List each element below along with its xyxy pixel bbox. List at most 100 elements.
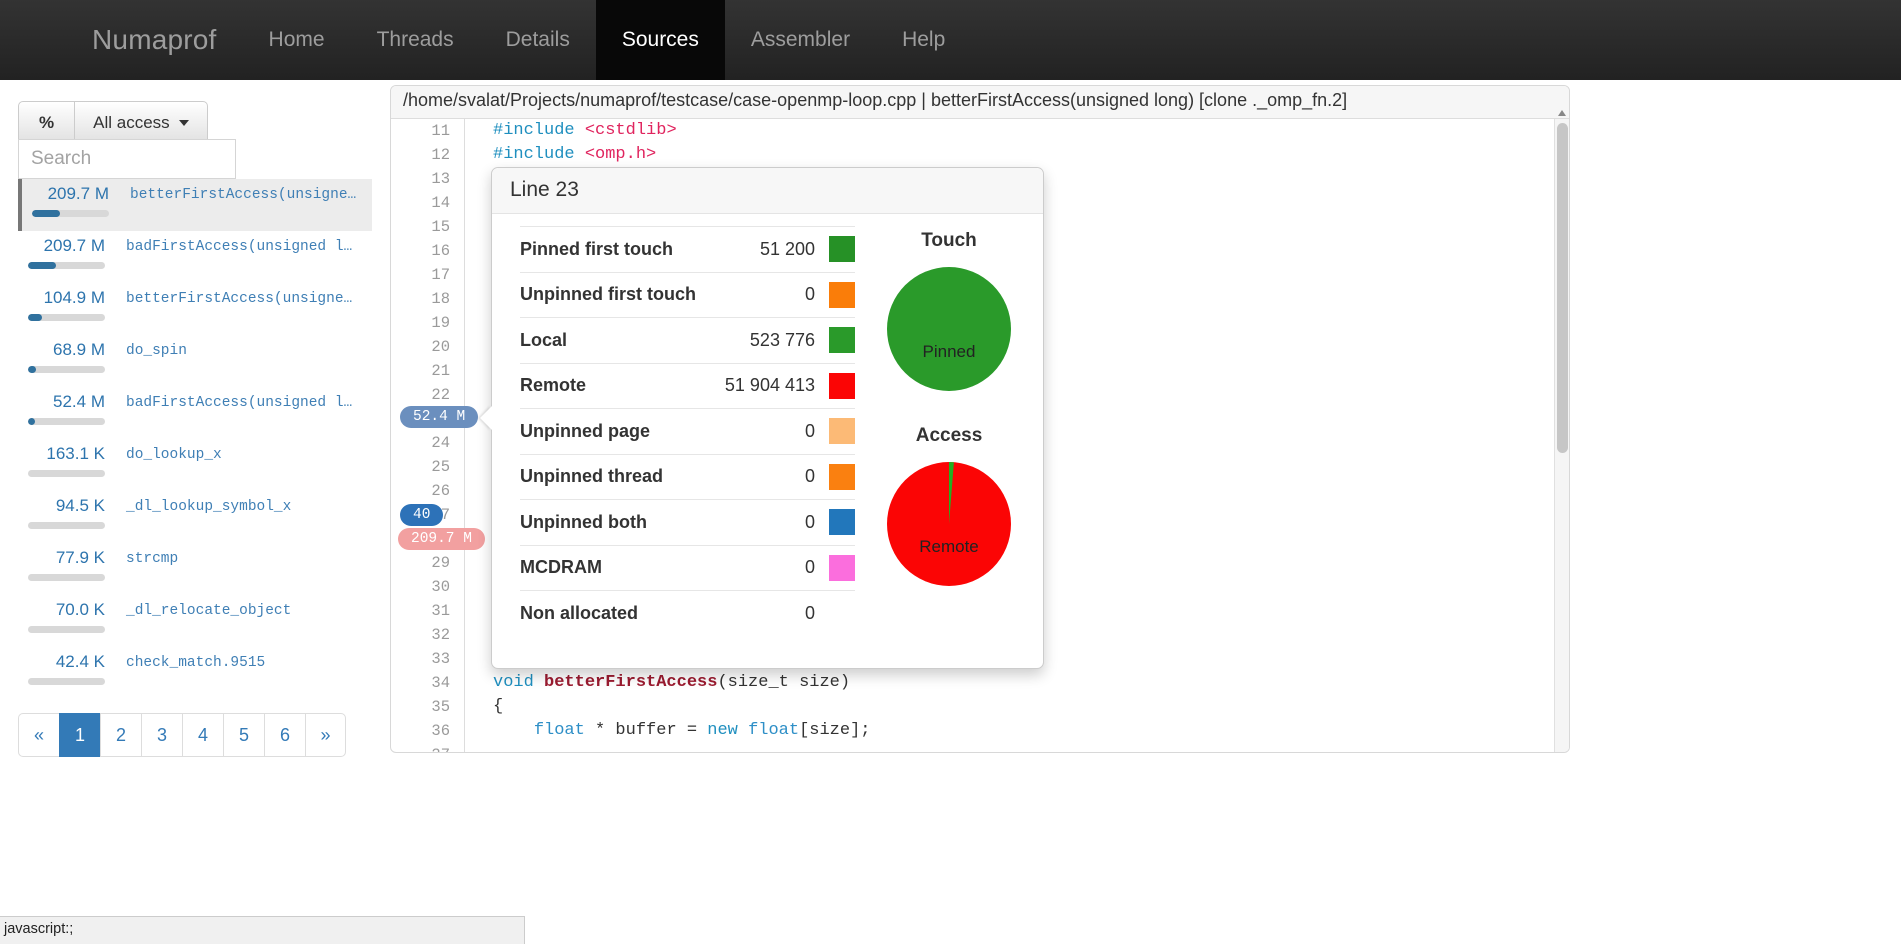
- charts-column: Touch Pinned Access Remote: [855, 226, 1043, 669]
- pagination-button[interactable]: 4: [182, 713, 223, 757]
- popover-title: Line 23: [492, 168, 1043, 214]
- stat-color-swatch: [829, 236, 855, 263]
- function-metric: 104.9 M: [18, 287, 113, 321]
- function-list-item[interactable]: 68.9 M do_spin: [18, 335, 372, 387]
- line-number: 25: [391, 455, 465, 479]
- scrollbar-thumb[interactable]: [1557, 123, 1568, 453]
- pagination-button[interactable]: 2: [100, 713, 141, 757]
- stat-row: Unpinned first touch 0: [520, 271, 855, 318]
- pagination-button[interactable]: «: [18, 713, 59, 757]
- line-content: {: [493, 697, 504, 716]
- stat-color-swatch: [829, 372, 855, 399]
- function-list-item[interactable]: 52.4 M badFirstAccess(unsigned l…: [18, 387, 372, 439]
- nav-item-threads[interactable]: Threads: [351, 0, 480, 80]
- function-list: 209.7 MbetterFirstAccess(unsigne… 209.7 M…: [18, 179, 372, 699]
- brand-logo[interactable]: Numaprof: [0, 0, 243, 80]
- function-name[interactable]: badFirstAccess(unsigned l…: [113, 391, 352, 415]
- function-bar-track: [28, 678, 105, 685]
- access-pie-svg: [887, 462, 1011, 586]
- code-line[interactable]: 37: [391, 743, 1569, 752]
- stat-value: 0: [804, 557, 815, 578]
- function-name[interactable]: _dl_relocate_object: [113, 599, 291, 623]
- function-name[interactable]: betterFirstAccess(unsigne…: [113, 287, 352, 311]
- function-metric: 209.7 M: [18, 235, 113, 269]
- line-number: 34: [391, 671, 465, 695]
- code-scrollbar[interactable]: [1554, 110, 1569, 752]
- stat-value: 0: [804, 420, 815, 441]
- function-list-item[interactable]: 70.0 K _dl_relocate_object: [18, 595, 372, 647]
- function-list-item[interactable]: 163.1 K do_lookup_x: [18, 439, 372, 491]
- nav-item-details[interactable]: Details: [480, 0, 596, 80]
- stat-label: Remote: [520, 375, 587, 396]
- function-metric: 42.4 K: [18, 651, 113, 685]
- function-list-item[interactable]: 77.9 K strcmp: [18, 543, 372, 595]
- stat-row: Unpinned both 0: [520, 499, 855, 545]
- breadcrumb: /home/svalat/Projects/numaprof/testcase/…: [391, 86, 1569, 119]
- stat-color-swatch: [829, 418, 855, 445]
- code-line[interactable]: 36 float * buffer = new float[size];: [391, 719, 1569, 743]
- code-line[interactable]: 12 #include <omp.h>: [391, 143, 1569, 167]
- code-line[interactable]: 34 void betterFirstAccess(size_t size): [391, 671, 1569, 695]
- line-number: 30: [391, 575, 465, 599]
- pagination-button[interactable]: 5: [223, 713, 264, 757]
- pagination-button[interactable]: 3: [141, 713, 182, 757]
- function-list-item[interactable]: 94.5 K _dl_lookup_symbol_x: [18, 491, 372, 543]
- line-annotation-badge[interactable]: 209.7 M: [398, 528, 485, 550]
- line-annotation-badge[interactable]: 40: [400, 504, 444, 526]
- nav-item-help[interactable]: Help: [876, 0, 971, 80]
- pagination-button[interactable]: 6: [264, 713, 305, 757]
- function-value: 77.9 K: [55, 548, 105, 567]
- function-metric: 94.5 K: [18, 495, 113, 529]
- line-number: 32: [391, 623, 465, 647]
- line-content: #include <cstdlib>: [493, 121, 677, 140]
- nav-item-sources[interactable]: Sources: [595, 0, 725, 80]
- chevron-down-icon: [178, 120, 189, 126]
- stat-color-swatch: [829, 463, 855, 490]
- function-name[interactable]: badFirstAccess(unsigned l…: [113, 235, 352, 259]
- line-number: 21: [391, 359, 465, 383]
- function-value: 52.4 M: [53, 392, 105, 411]
- function-value: 68.9 M: [53, 340, 105, 359]
- stat-value: 51 200: [759, 238, 815, 259]
- pagination-button[interactable]: 1: [59, 713, 100, 757]
- function-name[interactable]: do_spin: [113, 339, 187, 363]
- code-line[interactable]: 35 {: [391, 695, 1569, 719]
- function-name[interactable]: strcmp: [113, 547, 178, 571]
- pagination-button[interactable]: »: [305, 713, 346, 757]
- stat-row: Unpinned page 0: [520, 408, 855, 454]
- function-name[interactable]: do_lookup_x: [113, 443, 222, 467]
- function-list-item[interactable]: 209.7 M badFirstAccess(unsigned l…: [18, 231, 372, 283]
- line-content: #include <omp.h>: [493, 145, 657, 164]
- line-content: float * buffer = new float[size];: [533, 721, 871, 740]
- access-pie-slice-label: Remote: [919, 537, 979, 556]
- function-list-item[interactable]: 104.9 M betterFirstAccess(unsigne…: [18, 283, 372, 335]
- function-list-item[interactable]: 42.4 K check_match.9515: [18, 647, 372, 699]
- function-name[interactable]: betterFirstAccess(unsigne…: [117, 183, 356, 207]
- function-name[interactable]: _dl_lookup_symbol_x: [113, 495, 291, 519]
- stat-label: Pinned first touch: [520, 238, 673, 259]
- pagination: «1 2 3 4 5 6»: [18, 713, 346, 757]
- stat-color-swatch: [829, 509, 855, 536]
- function-value: 209.7 M: [43, 236, 105, 255]
- line-number: 36: [391, 719, 465, 743]
- line-number: 31: [391, 599, 465, 623]
- line-number: 16: [391, 239, 465, 263]
- function-name[interactable]: check_match.9515: [113, 651, 265, 675]
- function-list-item[interactable]: 209.7 M betterFirstAccess(unsigne…: [18, 179, 372, 231]
- function-metric: 70.0 K: [18, 599, 113, 633]
- stat-label: Unpinned both: [520, 511, 647, 532]
- line-annotation-badge[interactable]: 52.4 M: [400, 406, 479, 428]
- line-number: 26: [391, 479, 465, 503]
- line-number: 29: [391, 551, 465, 575]
- access-pie-chart: Remote: [884, 459, 1014, 592]
- stat-color-swatch: [829, 281, 855, 308]
- popover-arrow-icon: [480, 406, 492, 430]
- nav-item-assembler[interactable]: Assembler: [725, 0, 876, 80]
- nav-item-home[interactable]: Home: [243, 0, 351, 80]
- touch-pie-slice-label: Pinned: [922, 342, 976, 361]
- search-input[interactable]: [18, 139, 236, 179]
- scroll-up-icon[interactable]: [1558, 110, 1566, 116]
- line-number: 13: [391, 167, 465, 191]
- function-bar-track: [32, 210, 109, 217]
- code-line[interactable]: 11 #include <cstdlib>: [391, 119, 1569, 143]
